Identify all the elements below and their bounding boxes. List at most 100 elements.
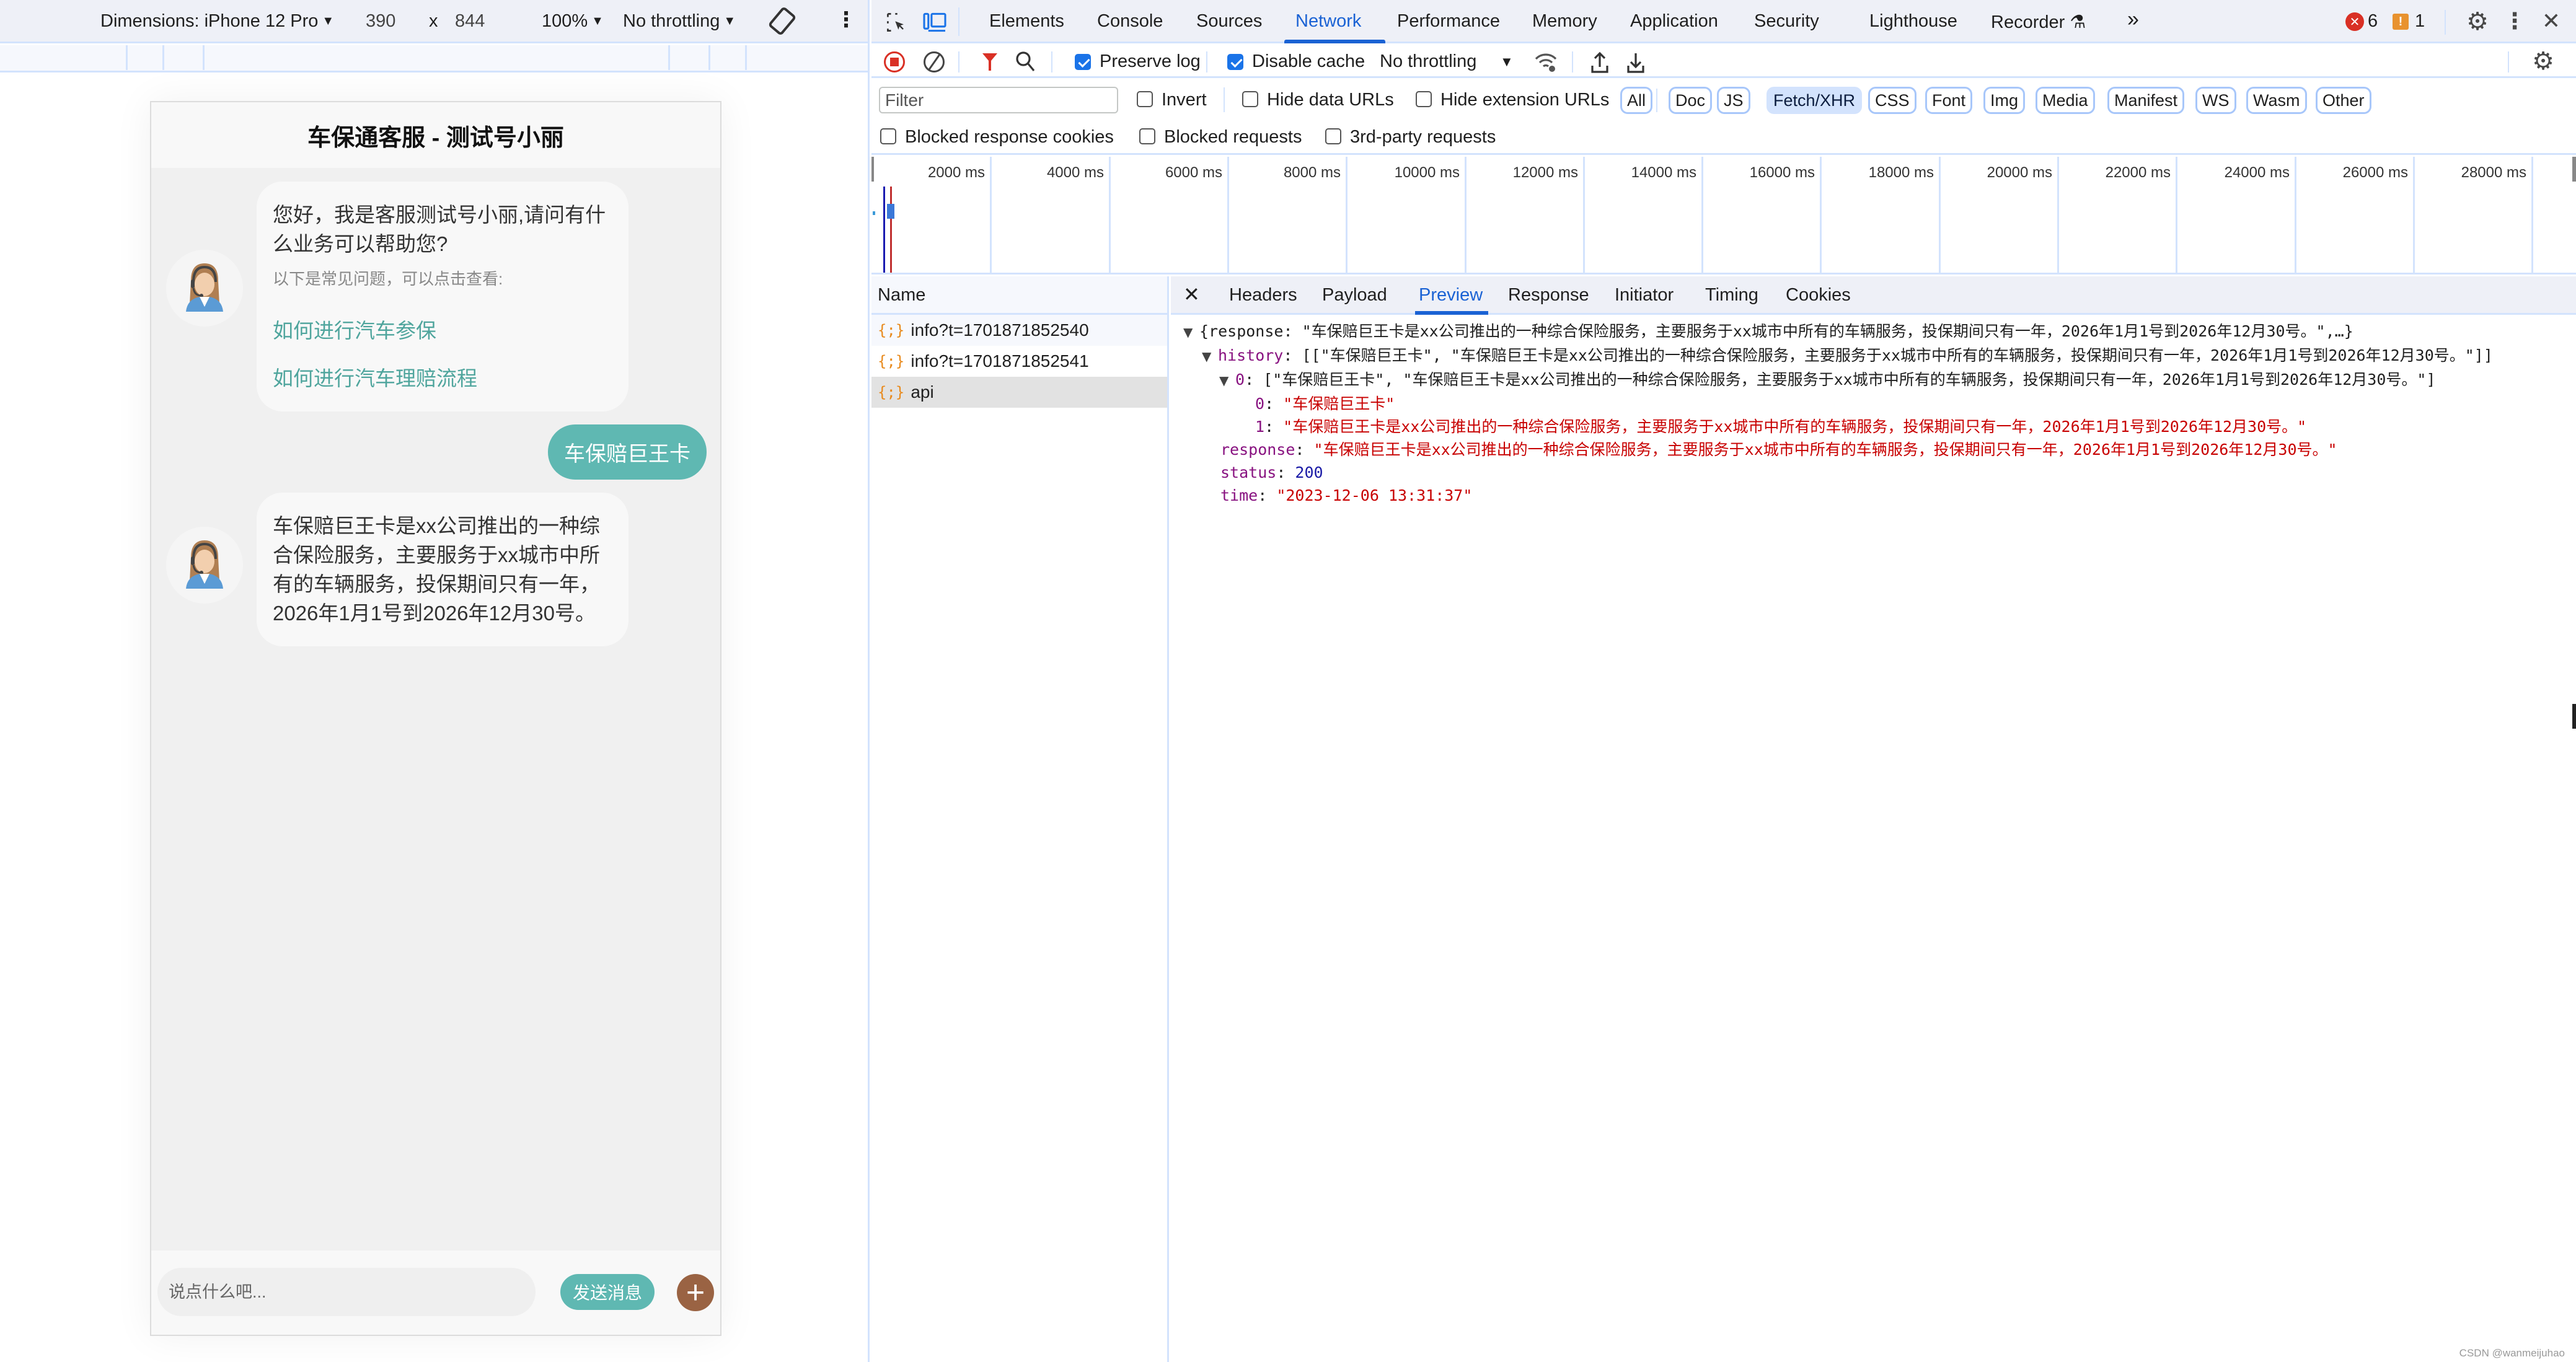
agent-avatar [166, 527, 243, 604]
name-column-header[interactable]: Name [871, 276, 1167, 315]
type-filter-wasm[interactable]: Wasm [2246, 87, 2307, 114]
plus-button[interactable]: + [677, 1274, 714, 1311]
network-filter-bar: Invert Hide data URLs Hide extension URL… [871, 80, 2576, 155]
record-stop-icon[interactable] [884, 51, 905, 72]
tab-performance[interactable]: Performance [1397, 11, 1500, 32]
hide-data-urls-checkbox[interactable] [1242, 91, 1258, 107]
tab-elements[interactable]: Elements [989, 11, 1064, 32]
request-row[interactable]: {;} info?t=1701871852541 [871, 346, 1167, 377]
warning-count[interactable]: 1 [2415, 11, 2425, 32]
tab-security[interactable]: Security [1754, 11, 1819, 32]
type-filter-fetch-xhr[interactable]: Fetch/XHR [1767, 87, 1863, 114]
overview-handle[interactable] [871, 157, 874, 182]
type-filter-img[interactable]: Img [1983, 87, 2026, 114]
tab-timing[interactable]: Timing [1705, 285, 1758, 305]
tab-preview[interactable]: Preview [1419, 285, 1483, 305]
preview-scrollbar[interactable] [2572, 704, 2576, 729]
ruler-tick[interactable] [203, 45, 205, 70]
network-settings-gear-icon[interactable]: ⚙ [2530, 48, 2556, 75]
tab-response[interactable]: Response [1508, 285, 1589, 305]
device-throttling-select[interactable]: No throttling ▼ [623, 11, 736, 32]
disable-cache-label: Disable cache [1252, 51, 1365, 71]
json-history-node[interactable]: ▼ history: [["车保赔巨王卡", "车保赔巨王卡是xx公司推出的一种综… [1171, 344, 2576, 368]
request-name: info?t=1701871852540 [911, 320, 1089, 340]
network-overview-timeline[interactable]: 2000 ms 4000 ms 6000 ms 8000 ms 10000 ms 1200… [871, 157, 2576, 275]
network-throttling-select[interactable]: No throttling [1380, 51, 1476, 72]
filter-input[interactable] [879, 87, 1118, 113]
request-row-selected[interactable]: {;} api [871, 377, 1167, 408]
ruler-tick[interactable] [745, 45, 747, 70]
blocked-requests-checkbox[interactable] [1139, 128, 1155, 144]
type-filter-media[interactable]: Media [2036, 87, 2095, 114]
more-tabs-icon[interactable]: » [2127, 7, 2139, 32]
ruler-tick[interactable] [708, 45, 710, 70]
rotate-icon[interactable] [769, 6, 796, 41]
hide-extension-urls-checkbox[interactable] [1416, 91, 1432, 107]
type-filter-other[interactable]: Other [2316, 87, 2371, 114]
filter-icon[interactable] [979, 51, 1000, 72]
device-select[interactable]: Dimensions: iPhone 12 Pro ▼ [100, 11, 334, 32]
tab-headers[interactable]: Headers [1229, 285, 1297, 305]
export-har-icon[interactable] [1625, 50, 1646, 74]
tab-sources[interactable]: Sources [1196, 11, 1262, 32]
device-select-label: Dimensions: iPhone 12 Pro [100, 11, 319, 31]
warning-icon[interactable]: ! [2393, 14, 2409, 30]
blocked-response-cookies-checkbox[interactable] [880, 128, 896, 144]
tab-application[interactable]: Application [1630, 11, 1718, 32]
faq-link-claims[interactable]: 如何进行汽车理赔流程 [273, 364, 612, 393]
type-filter-js[interactable]: JS [1717, 87, 1750, 114]
tab-console[interactable]: Console [1097, 11, 1163, 32]
device-toolbar-toggle-icon[interactable] [922, 10, 947, 35]
height-input[interactable]: 844 [455, 11, 485, 32]
error-count[interactable]: 6 [2368, 11, 2378, 32]
error-icon[interactable]: ✕ [2345, 12, 2364, 31]
type-filter-ws[interactable]: WS [2195, 87, 2236, 114]
inspect-element-icon[interactable] [884, 10, 909, 35]
tab-lighthouse[interactable]: Lighthouse [1869, 11, 1957, 32]
search-icon[interactable] [1014, 50, 1036, 72]
send-message-button[interactable]: 发送消息 [560, 1274, 655, 1310]
zoom-select[interactable]: 100% ▼ [542, 11, 604, 32]
type-filter-doc[interactable]: Doc [1669, 87, 1713, 114]
type-filter-manifest[interactable]: Manifest [2107, 87, 2185, 114]
json-item: time: "2023-12-06 13:31:37" [1220, 486, 1473, 504]
type-filter-font[interactable]: Font [1925, 87, 1973, 114]
expand-triangle-icon[interactable]: ▼ [1219, 369, 1235, 392]
type-filter-css[interactable]: CSS [1868, 87, 1917, 114]
caret-down-icon[interactable]: ▼ [1500, 54, 1514, 70]
request-row[interactable]: {;} info?t=1701871852540 [871, 315, 1167, 346]
preserve-log-checkbox[interactable] [1075, 54, 1091, 70]
type-filter-all[interactable]: All [1620, 87, 1653, 114]
close-detail-icon[interactable]: ✕ [1183, 283, 1200, 306]
network-conditions-icon[interactable] [1533, 50, 1558, 74]
clear-icon[interactable] [924, 51, 945, 72]
more-options-icon[interactable]: ⋮ [2503, 7, 2526, 35]
json-item: 0: "车保赔巨王卡" [1255, 395, 1395, 413]
tab-initiator[interactable]: Initiator [1615, 285, 1674, 305]
width-input[interactable]: 390 [366, 11, 395, 32]
disable-cache-checkbox[interactable] [1227, 54, 1243, 70]
tab-recorder[interactable]: Recorder ⚗ [1991, 11, 2086, 33]
expand-triangle-icon[interactable]: ▼ [1202, 345, 1218, 368]
third-party-requests-checkbox[interactable] [1325, 128, 1341, 144]
ruler-tick[interactable] [668, 45, 670, 70]
import-har-icon[interactable] [1589, 50, 1610, 74]
invert-checkbox[interactable] [1137, 91, 1153, 107]
request-name: info?t=1701871852541 [911, 351, 1089, 371]
tab-cookies[interactable]: Cookies [1786, 285, 1851, 305]
json-history-0-node[interactable]: ▼ 0: ["车保赔巨王卡", "车保赔巨王卡是xx公司推出的一种综合保险服务，主… [1171, 368, 2576, 392]
ruler-tick[interactable] [162, 45, 164, 70]
settings-gear-icon[interactable]: ⚙ [2464, 8, 2490, 35]
close-devtools-icon[interactable]: ✕ [2539, 8, 2564, 33]
devtools-tab-bar: Elements Console Sources Network Perform… [871, 0, 2576, 43]
faq-link-insurance[interactable]: 如何进行汽车参保 [273, 316, 612, 345]
ruler-tick[interactable] [126, 45, 128, 70]
tab-payload[interactable]: Payload [1322, 285, 1387, 305]
more-options-icon[interactable]: ⋮ [836, 7, 857, 32]
tab-memory[interactable]: Memory [1532, 11, 1597, 32]
tab-network[interactable]: Network [1295, 11, 1361, 32]
message-input[interactable] [157, 1268, 536, 1316]
expand-triangle-icon[interactable]: ▼ [1183, 321, 1199, 344]
json-root-node[interactable]: ▼ {response: "车保赔巨王卡是xx公司推出的一种综合保险服务，主要服务… [1171, 320, 2576, 344]
overview-scrollbar[interactable] [2572, 157, 2576, 182]
